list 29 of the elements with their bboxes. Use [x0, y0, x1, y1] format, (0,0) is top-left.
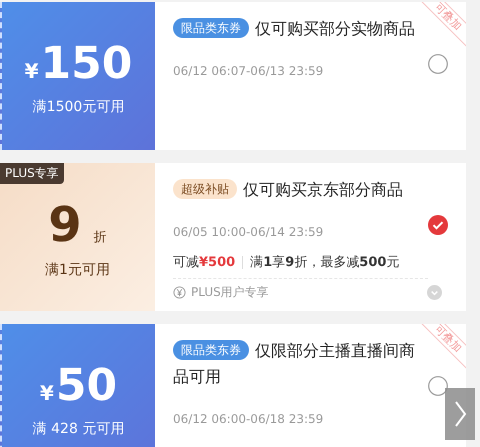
radio-button[interactable]: [428, 54, 448, 74]
usage-condition: 满1500元可用: [32, 98, 124, 116]
discount-unit: 折: [94, 229, 107, 246]
coupon-tag: 超级补贴: [173, 179, 237, 199]
coupon-title: 限品类东券 仅限部分主播直播间商品可用: [173, 339, 416, 388]
usage-condition: 满 428 元可用: [32, 420, 124, 438]
coupon-value: 9: [48, 201, 82, 249]
usage-condition: 满1元可用: [45, 261, 110, 279]
currency-symbol: ¥: [40, 381, 54, 405]
coupon-card[interactable]: PLUS专享 9 折 满1元可用 超级补贴 仅可购买京东部分商品 06/05 10:00-06/14 23:59 可减¥500 满1享9折，最多减500元 PLUS用户专享: [0, 163, 466, 311]
expand-icon[interactable]: [427, 285, 442, 300]
validity-period: 06/12 06:00-06/18 23:59: [173, 412, 324, 426]
plus-member-note: PLUS用户专享: [191, 284, 270, 301]
discount-rule: 满1享9折，最多减500元: [250, 254, 400, 271]
coupon-value: 150: [40, 42, 132, 86]
savings-label: 可减: [173, 254, 199, 271]
yen-icon: [173, 286, 186, 299]
validity-period: 06/05 10:00-06/14 23:59: [173, 225, 324, 239]
radio-button[interactable]: [428, 376, 448, 396]
radio-checked[interactable]: [428, 215, 448, 235]
coupon-value: 50: [56, 364, 118, 408]
coupon-title: 超级补贴 仅可购买京东部分商品: [173, 177, 428, 203]
plus-badge: PLUS专享: [0, 163, 64, 184]
currency-symbol: ¥: [24, 59, 39, 83]
coupon-tag: 限品类东券: [173, 340, 249, 360]
savings-value: ¥500: [199, 254, 236, 270]
coupon-title: 限品类东券 仅可购买部分实物商品: [173, 16, 428, 42]
coupon-tag: 限品类东券: [173, 18, 249, 38]
validity-period: 06/12 06:07-06/13 23:59: [173, 64, 324, 78]
